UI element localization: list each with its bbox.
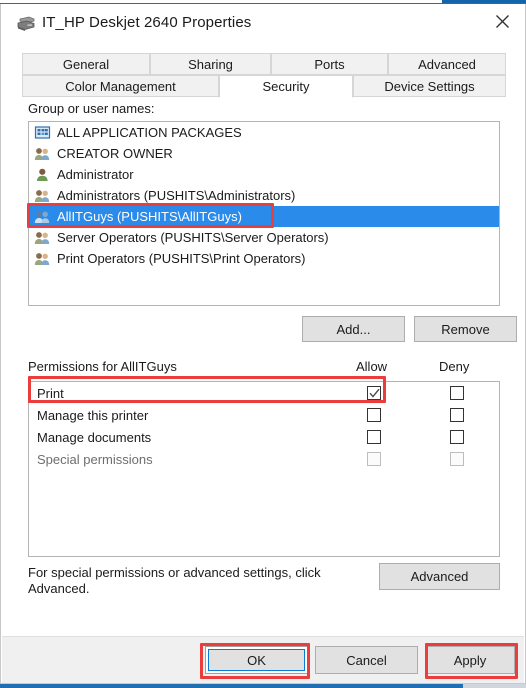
tab-advanced[interactable]: Advanced [388,53,506,75]
cancel-button[interactable]: Cancel [315,646,418,674]
printer-icon [16,16,36,32]
tab-row-2: Color Management Security Device Setting… [22,75,506,98]
window-title: IT_HP Deskjet 2640 Properties [42,14,252,31]
list-item-selected[interactable]: AllITGuys (PUSHITS\AllITGuys) [29,206,499,227]
deny-checkbox-manage-documents[interactable] [450,430,464,444]
list-item[interactable]: Administrators (PUSHITS\Administrators) [29,185,499,206]
group-icon [34,230,51,246]
advanced-helper-text: For special permissions or advanced sett… [28,565,321,596]
permission-label: Manage this printer [37,407,149,423]
list-item-label: Administrators (PUSHITS\Administrators) [57,188,296,203]
permissions-list[interactable]: Print Manage this printer Manage documen… [28,381,500,557]
group-or-user-names-label: Group or user names: [28,101,155,116]
security-tab-panel: Group or user names: ALL APPLICATION PAC… [22,96,517,636]
group-or-user-names-list[interactable]: ALL APPLICATION PACKAGES CREATOR OWNER A… [28,121,500,306]
screen-root: IT_HP Deskjet 2640 Properties General Sh… [0,0,526,688]
group-icon [34,188,51,204]
tab-ports[interactable]: Ports [271,53,388,75]
permission-row-print[interactable]: Print [29,382,499,404]
advanced-button[interactable]: Advanced [379,563,500,590]
application-packages-icon [34,125,51,141]
remove-button[interactable]: Remove [414,316,517,342]
list-item-label: CREATOR OWNER [57,146,173,161]
list-item[interactable]: Administrator [29,164,499,185]
allow-checkbox-special-permissions [367,452,381,466]
permission-label: Print [37,385,64,401]
permission-row-special-permissions: Special permissions [29,448,499,470]
desktop-accent-bottom [0,684,526,688]
list-item-label: ALL APPLICATION PACKAGES [57,125,242,140]
tab-security[interactable]: Security [219,75,353,98]
permission-label: Manage documents [37,429,152,445]
list-item[interactable]: CREATOR OWNER [29,143,499,164]
allow-checkbox-manage-documents[interactable] [367,430,381,444]
printer-properties-dialog: IT_HP Deskjet 2640 Properties General Sh… [0,4,526,684]
dialog-footer: OK Cancel Apply [2,636,524,683]
list-item-label: Server Operators (PUSHITS\Server Operato… [57,230,329,245]
allow-checkbox-manage-this-printer[interactable] [367,408,381,422]
group-icon [34,251,51,267]
tab-sharing[interactable]: Sharing [150,53,271,75]
list-item[interactable]: ALL APPLICATION PACKAGES [29,122,499,143]
permission-label: Special permissions [37,451,153,467]
title-bar: IT_HP Deskjet 2640 Properties [1,4,525,44]
list-item[interactable]: Print Operators (PUSHITS\Print Operators… [29,248,499,269]
permission-row-manage-this-printer[interactable]: Manage this printer [29,404,499,426]
ok-button[interactable]: OK [205,646,308,674]
deny-checkbox-manage-this-printer[interactable] [450,408,464,422]
allow-checkbox-print[interactable] [367,386,381,400]
user-icon [34,167,51,183]
list-item-label: Print Operators (PUSHITS\Print Operators… [57,251,306,266]
allow-column-header: Allow [356,359,388,374]
deny-column-header: Deny [439,359,470,374]
tab-strip: General Sharing Ports Advanced Color Man… [22,53,506,98]
apply-button[interactable]: Apply [425,646,515,674]
group-icon [34,146,51,162]
list-item-label: AllITGuys (PUSHITS\AllITGuys) [57,209,242,224]
add-button[interactable]: Add... [302,316,405,342]
tab-device-settings[interactable]: Device Settings [353,75,506,97]
group-icon [34,209,51,225]
tab-general[interactable]: General [22,53,150,75]
tab-color-management[interactable]: Color Management [22,75,219,97]
list-item-label: Administrator [57,167,134,182]
permissions-for-label: Permissions for AllITGuys [28,359,177,374]
deny-checkbox-print[interactable] [450,386,464,400]
list-item[interactable]: Server Operators (PUSHITS\Server Operato… [29,227,499,248]
tab-row-1: General Sharing Ports Advanced [22,53,506,75]
permission-row-manage-documents[interactable]: Manage documents [29,426,499,448]
deny-checkbox-special-permissions [450,452,464,466]
close-button[interactable] [479,4,525,38]
